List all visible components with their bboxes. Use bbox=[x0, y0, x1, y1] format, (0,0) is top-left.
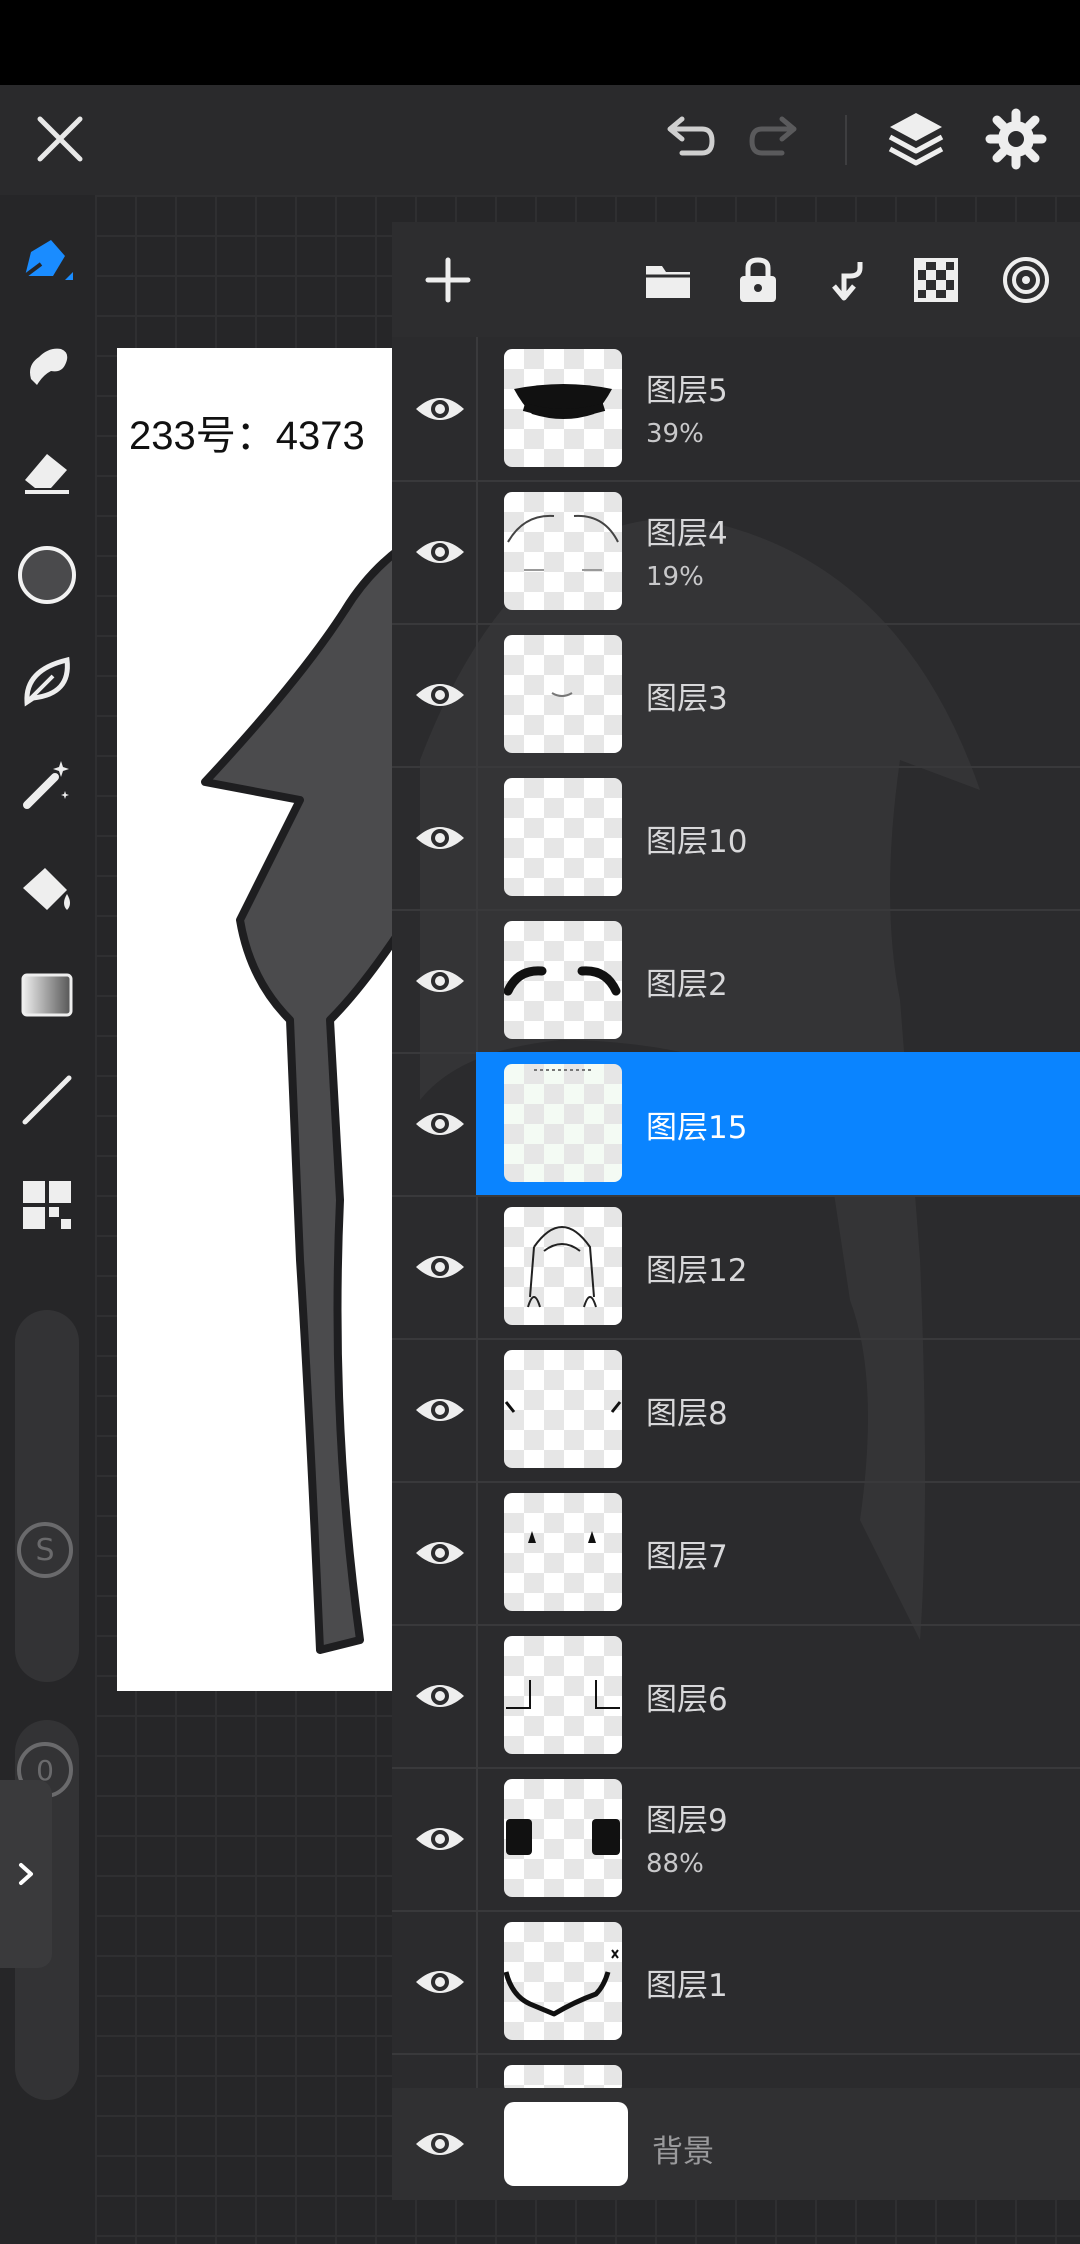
background-layer-row[interactable]: 背景 bbox=[392, 2088, 1080, 2200]
layer-name: 图层6 bbox=[646, 1682, 728, 1718]
eye-icon[interactable] bbox=[412, 1525, 468, 1581]
layer-row[interactable]: 图层9 88% bbox=[392, 1767, 1080, 1912]
grid-panel-icon[interactable] bbox=[12, 1170, 82, 1240]
layers-panel-header bbox=[392, 222, 1080, 337]
row-separator bbox=[476, 766, 478, 909]
row-separator bbox=[476, 480, 478, 623]
layer-opacity: 39% bbox=[646, 419, 704, 449]
gradient-icon[interactable] bbox=[12, 960, 82, 1030]
color-swatch[interactable] bbox=[12, 540, 82, 610]
layer-thumbnail bbox=[504, 1493, 622, 1611]
background-layer-name: 背景 bbox=[652, 2134, 714, 2170]
plus-icon[interactable] bbox=[418, 250, 478, 310]
layer-row-selected[interactable]: 图层15 bbox=[392, 1052, 1080, 1197]
layer-name: 图层4 bbox=[646, 516, 728, 552]
layer-name: 图层12 bbox=[646, 1253, 748, 1289]
layer-name: 图层8 bbox=[646, 1396, 728, 1432]
eye-icon[interactable] bbox=[412, 1382, 468, 1438]
eraser-icon[interactable] bbox=[12, 435, 82, 505]
eye-icon[interactable] bbox=[412, 2116, 468, 2172]
eye-icon[interactable] bbox=[412, 524, 468, 580]
layer-row[interactable]: 图层4 19% bbox=[392, 480, 1080, 625]
layer-name: 图层5 bbox=[646, 373, 728, 409]
folder-icon[interactable] bbox=[638, 250, 698, 310]
layer-thumbnail bbox=[504, 635, 622, 753]
layer-row[interactable]: 图层3 bbox=[392, 623, 1080, 768]
layer-name: 图层2 bbox=[646, 967, 728, 1003]
eye-icon[interactable] bbox=[412, 1811, 468, 1867]
pen-tool-icon[interactable] bbox=[12, 225, 82, 295]
layer-thumbnail bbox=[504, 1636, 622, 1754]
layer-name: 图层15 bbox=[646, 1110, 748, 1146]
layer-row[interactable]: 图层1 bbox=[392, 1910, 1080, 2055]
eye-icon[interactable] bbox=[412, 953, 468, 1009]
expand-tab[interactable] bbox=[0, 1780, 52, 1968]
row-separator bbox=[476, 337, 478, 480]
paper-hair-drawing bbox=[201, 546, 397, 1654]
brush-size-label: S bbox=[17, 1522, 73, 1578]
row-separator bbox=[476, 1624, 478, 1767]
smudge-icon[interactable] bbox=[12, 330, 82, 400]
layer-name: 图层7 bbox=[646, 1539, 728, 1575]
eye-icon[interactable] bbox=[412, 1668, 468, 1724]
layer-thumbnail bbox=[504, 921, 622, 1039]
layer-thumbnail bbox=[504, 778, 622, 896]
brush-size-slider[interactable] bbox=[15, 1310, 79, 1682]
line-icon[interactable] bbox=[12, 1065, 82, 1135]
layer-opacity: 88% bbox=[646, 1849, 704, 1879]
layer-name: 图层10 bbox=[646, 824, 748, 860]
fill-bucket-icon[interactable] bbox=[12, 855, 82, 925]
layer-name: 图层9 bbox=[646, 1803, 728, 1839]
row-separator bbox=[476, 1195, 478, 1338]
lock-icon[interactable] bbox=[728, 250, 788, 310]
layer-row[interactable]: 图层2 bbox=[392, 909, 1080, 1054]
layer-opacity: 19% bbox=[646, 562, 704, 592]
eye-icon[interactable] bbox=[412, 1954, 468, 2010]
layer-row[interactable]: 图层10 bbox=[392, 766, 1080, 911]
background-thumbnail bbox=[504, 2102, 628, 2186]
target-icon[interactable] bbox=[996, 250, 1056, 310]
row-separator bbox=[476, 909, 478, 1052]
row-separator bbox=[476, 2053, 478, 2093]
layer-name: 图层3 bbox=[646, 681, 728, 717]
layer-row[interactable]: 图层5 39% bbox=[392, 337, 1080, 482]
row-separator bbox=[476, 1481, 478, 1624]
checkerboard-icon[interactable] bbox=[906, 250, 966, 310]
layer-thumbnail bbox=[504, 1064, 622, 1182]
layer-row[interactable]: 图层6 bbox=[392, 1624, 1080, 1769]
layer-row[interactable]: 图层12 bbox=[392, 1195, 1080, 1340]
layer-thumbnail bbox=[504, 1207, 622, 1325]
layer-row[interactable]: 图层8 bbox=[392, 1338, 1080, 1483]
merge-down-icon[interactable] bbox=[818, 250, 878, 310]
chevron-right-icon bbox=[19, 1863, 33, 1885]
row-separator bbox=[476, 1910, 478, 2053]
eye-icon[interactable] bbox=[412, 667, 468, 723]
layer-name: 图层1 bbox=[646, 1968, 728, 2004]
layer-thumbnail bbox=[504, 1922, 622, 2040]
layer-thumbnail bbox=[504, 1350, 622, 1468]
eye-icon[interactable] bbox=[412, 1096, 468, 1152]
row-separator bbox=[476, 623, 478, 766]
layers-panel: 图层5 39% 图层4 19% 图层3 图层10 图层2 图层15 图层12 图… bbox=[392, 222, 1080, 2200]
layer-thumbnail bbox=[504, 1779, 622, 1897]
eye-icon[interactable] bbox=[412, 381, 468, 437]
eye-icon[interactable] bbox=[412, 810, 468, 866]
layer-row[interactable]: 图层7 bbox=[392, 1481, 1080, 1626]
magic-wand-icon[interactable] bbox=[12, 750, 82, 820]
eye-icon[interactable] bbox=[412, 1239, 468, 1295]
leaf-brush-icon[interactable] bbox=[12, 645, 82, 715]
layer-thumbnail bbox=[504, 492, 622, 610]
row-separator bbox=[476, 1767, 478, 1910]
row-separator bbox=[476, 1338, 478, 1481]
canvas-paper[interactable]: 233号：4373 bbox=[117, 348, 397, 1691]
layer-thumbnail bbox=[504, 349, 622, 467]
